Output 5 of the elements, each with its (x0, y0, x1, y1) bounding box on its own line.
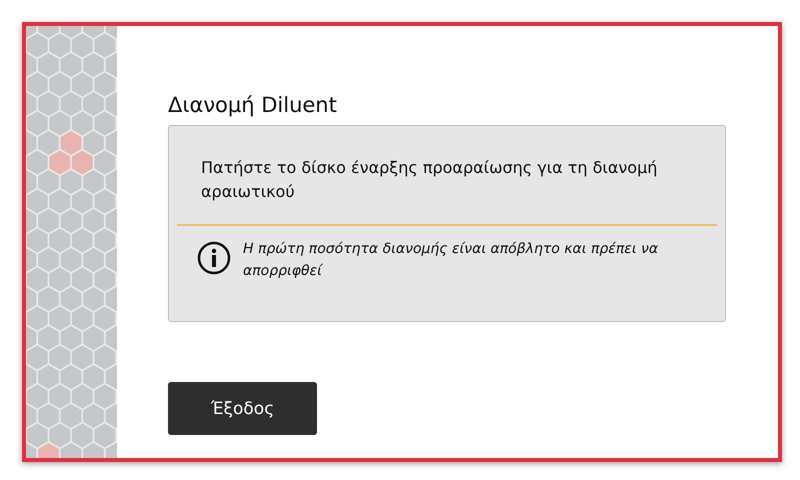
note-text: Η πρώτη ποσότητα διανομής είναι απόβλητο και πρέπει να απορριφθεί (243, 240, 660, 281)
instruction-text: Πατήστε το δίσκο έναρξης προαραίωσης για τη διανομή αραιωτικού (200, 157, 658, 203)
info-icon (197, 241, 231, 275)
dialog-title: Διανομή Diluent (168, 92, 338, 118)
exit-button[interactable]: Έξοδος (168, 382, 317, 435)
